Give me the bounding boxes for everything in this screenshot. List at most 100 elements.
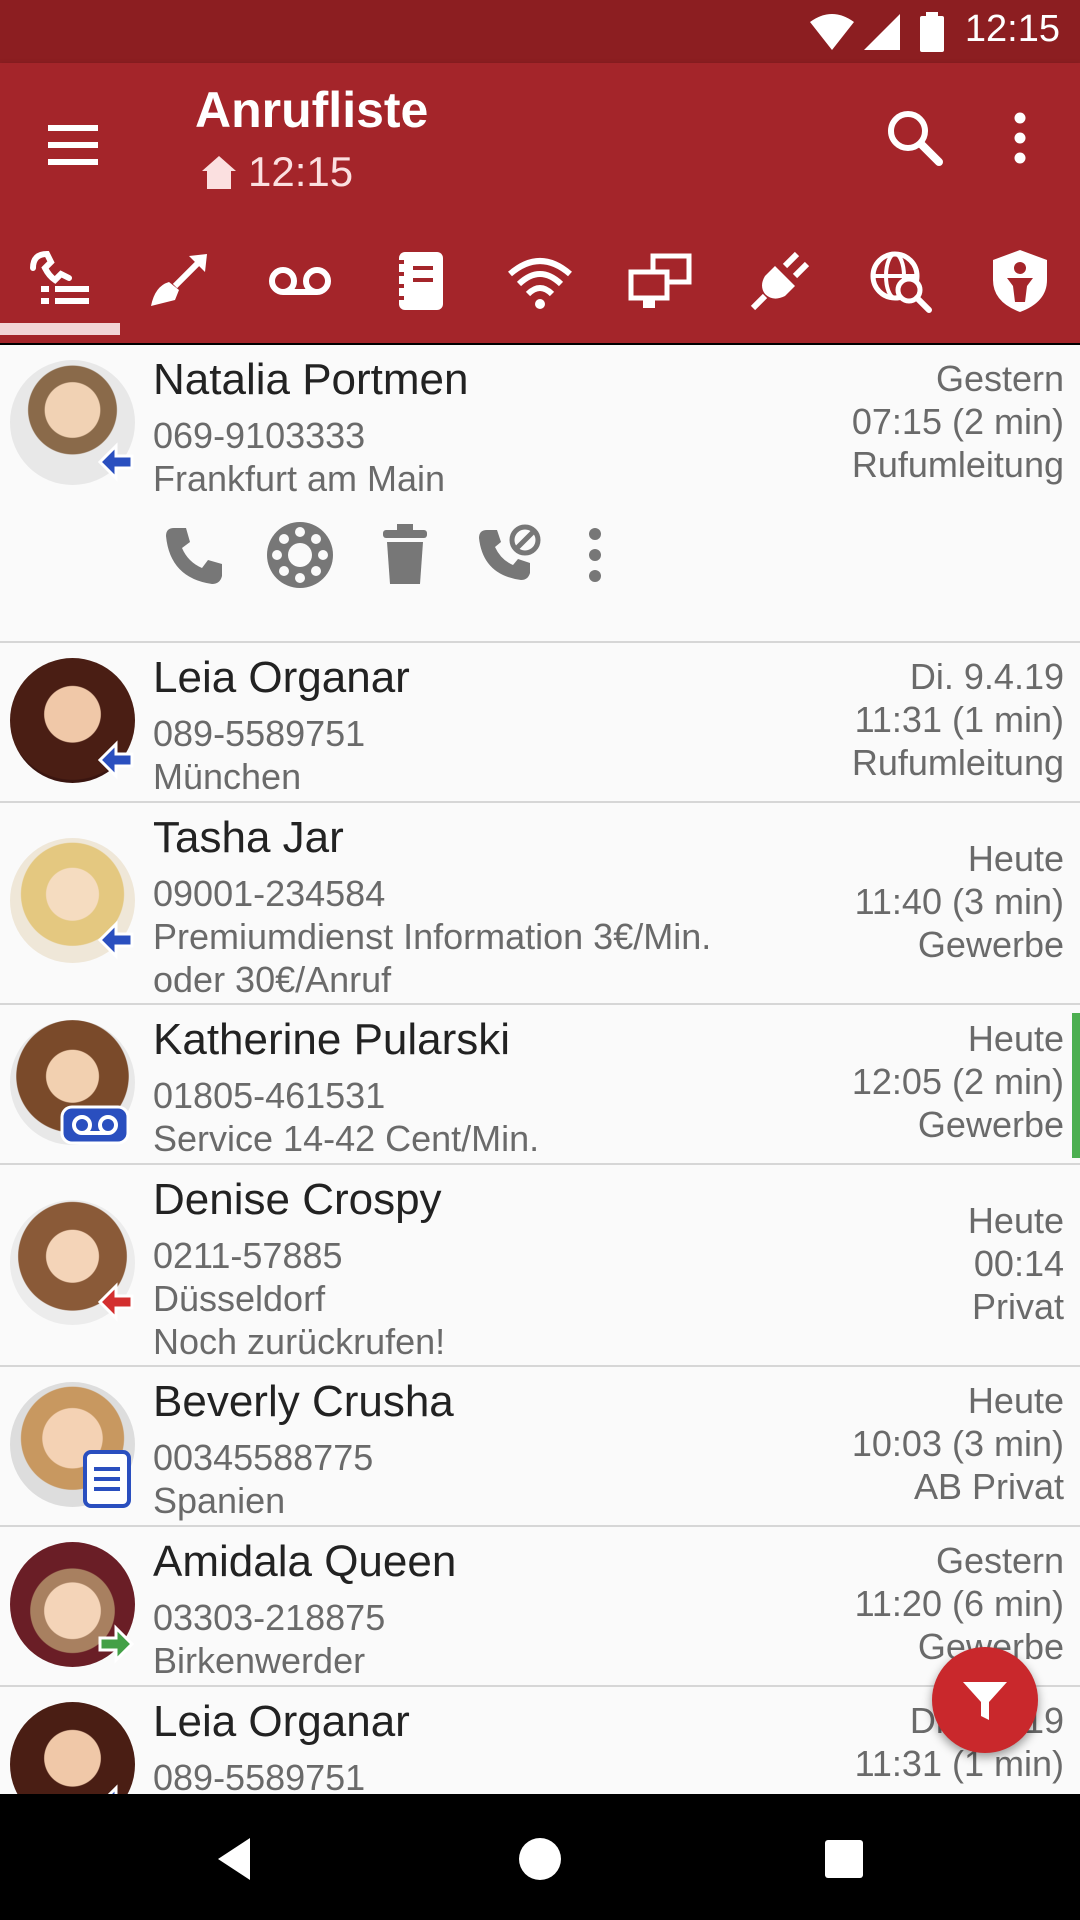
rotary-dial-icon (267, 522, 333, 588)
location: Birkenwerder (153, 1640, 366, 1681)
call-time: 11:20 (6 min) (854, 1583, 1064, 1624)
voicemail-icon (60, 1105, 130, 1145)
call-category: Rufumleitung (851, 742, 1064, 783)
incoming-redirect-icon (97, 920, 134, 960)
call-meta: Heute 10:03 (3 min) AB Privat (852, 1379, 1064, 1508)
nav-home-button[interactable] (500, 1824, 580, 1894)
incoming-redirect-icon (97, 442, 134, 482)
network-devices-icon (628, 253, 692, 308)
missed-call-icon (97, 1282, 134, 1322)
call-day: Di. 9.4.19 (909, 656, 1064, 697)
child-protection-icon (993, 249, 1047, 312)
call-day: Heute (967, 1200, 1064, 1241)
block-number-button[interactable] (470, 515, 550, 595)
overflow-menu-button[interactable] (990, 98, 1050, 178)
contact-name: Leia Organar (153, 653, 410, 702)
contact-name: Amidala Queen (153, 1537, 457, 1586)
call-time: 11:31 (1 min) (854, 699, 1064, 740)
tab-voicemail[interactable] (240, 223, 360, 338)
filter-icon (963, 1682, 1007, 1720)
call-list-item[interactable]: Leia Organar 089-5589751 München Di. 9.4… (0, 643, 1080, 804)
search-button[interactable] (875, 98, 955, 178)
service-info-2: oder 30€/Anruf (153, 959, 392, 1000)
call-list-item[interactable]: Tasha Jar 09001-234584 Premiumdienst Inf… (0, 803, 1080, 1006)
tab-call-list[interactable] (0, 223, 120, 338)
call-list[interactable]: Natalia Portmen 069-9103333 Frankfurt am… (0, 345, 1080, 1795)
new-indicator (1072, 1013, 1080, 1158)
item-more-button[interactable] (565, 515, 625, 595)
call-meta: Heute 12:05 (2 min) Gewerbe (852, 1017, 1064, 1146)
cell-signal-icon (864, 14, 900, 50)
tab-call-redirect[interactable] (120, 223, 240, 338)
service-info: Service 14-42 Cent/Min. (153, 1118, 540, 1159)
page-title: Anrufliste (195, 82, 429, 138)
location: Spanien (153, 1480, 286, 1521)
call-day: Heute (967, 838, 1064, 879)
fax-document-icon (83, 1450, 131, 1508)
phone-number: 069-9103333 (153, 415, 366, 456)
call-list-item[interactable]: Denise Crospy 0211-57885 Düsseldorf Noch… (0, 1165, 1080, 1368)
service-info: Premiumdienst Information 3€/Min. (153, 916, 712, 957)
note: Noch zurückrufen! (153, 1321, 446, 1362)
last-update-time: 12:15 (248, 148, 354, 195)
web-search-icon (870, 251, 932, 313)
tab-phonebook[interactable] (360, 223, 480, 338)
contact-name: Tasha Jar (153, 813, 344, 862)
wifi-icon (508, 257, 572, 309)
contact-name: Katherine Pularski (153, 1015, 511, 1064)
call-category: Gewerbe (917, 1104, 1064, 1145)
call-time: 10:03 (3 min) (851, 1423, 1064, 1464)
call-meta: Heute 11:40 (3 min) Gewerbe (855, 837, 1064, 966)
contact-name: Denise Crospy (153, 1175, 442, 1224)
call-list-item[interactable]: Amidala Queen 03303-218875 Birkenwerder … (0, 1527, 1080, 1688)
phone-number: 01805-461531 (153, 1075, 386, 1116)
voicemail-icon (269, 266, 331, 295)
tab-wlan[interactable] (480, 223, 600, 338)
call-actions (155, 515, 635, 595)
last-update: 12:15 (200, 148, 353, 196)
status-time: 12:15 (964, 8, 1060, 50)
delete-button[interactable] (365, 515, 445, 595)
filter-button[interactable] (932, 1647, 1038, 1753)
call-time: 11:31 (1 min) (854, 1743, 1064, 1784)
location: München (153, 756, 302, 797)
nav-back-button[interactable] (195, 1824, 275, 1894)
home-circle-icon (519, 1838, 561, 1880)
incoming-redirect-icon (97, 740, 134, 780)
dial-button[interactable] (260, 515, 340, 595)
call-list-item[interactable]: Katherine Pularski 01805-461531 Service … (0, 1005, 1080, 1166)
search-icon (888, 111, 943, 166)
call-block-icon (479, 524, 541, 580)
call-category: AB Privat (913, 1466, 1064, 1507)
call-time: 00:14 (973, 1243, 1064, 1284)
location: Düsseldorf (153, 1278, 326, 1319)
recents-icon (825, 1840, 863, 1878)
call-time: 11:40 (3 min) (854, 881, 1064, 922)
trash-icon (383, 524, 427, 584)
tab-indicator (0, 323, 120, 335)
call-list-item[interactable]: Natalia Portmen 069-9103333 Frankfurt am… (0, 345, 1080, 644)
call-redirect-icon (151, 253, 207, 306)
tab-child-protection[interactable] (960, 223, 1080, 338)
plug-icon (750, 251, 810, 310)
system-nav-bar (0, 1794, 1080, 1920)
tab-home-network[interactable] (600, 223, 720, 338)
location: Frankfurt am Main (153, 458, 446, 499)
nav-recents-button[interactable] (804, 1824, 884, 1894)
home-icon (202, 156, 236, 189)
call-day: Heute (967, 1018, 1064, 1059)
call-day: Gestern (935, 358, 1064, 399)
call-meta: Gestern 07:15 (2 min) Rufumleitung (852, 357, 1064, 486)
call-back-button[interactable] (155, 515, 235, 595)
tab-smart-home[interactable] (720, 223, 840, 338)
tab-internet[interactable] (840, 223, 960, 338)
call-list-item[interactable]: Leia Organar 089-5589751 Di. 9.4.19 11:3… (0, 1687, 1080, 1795)
more-vert-icon (1014, 112, 1026, 164)
menu-button[interactable] (30, 103, 115, 188)
call-category: Privat (971, 1286, 1064, 1327)
phonebook-icon (394, 251, 443, 310)
call-category: Gewerbe (917, 924, 1064, 965)
contact-name: Beverly Crusha (153, 1377, 454, 1426)
hamburger-icon (48, 125, 98, 165)
call-list-item[interactable]: Beverly Crusha 00345588775 Spanien Heute… (0, 1367, 1080, 1528)
